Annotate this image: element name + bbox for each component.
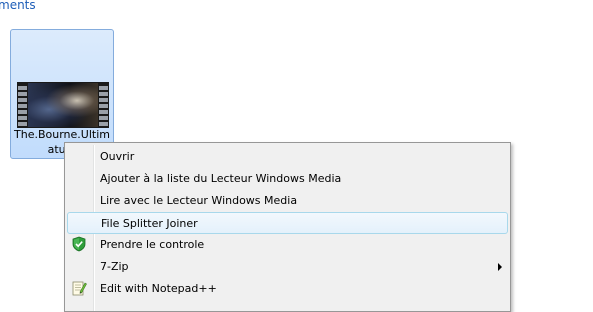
context-menu: Ouvrir Ajouter à la liste du Lecteur Win…: [64, 142, 511, 312]
menu-item-label: File Splitter Joiner: [101, 217, 198, 230]
film-sprockets-right: [99, 84, 108, 126]
menu-item-prendre-controle[interactable]: Prendre le controle: [67, 234, 508, 256]
menu-item-lire-wmp[interactable]: Lire avec le Lecteur Windows Media: [67, 190, 508, 212]
menu-item-label: Lire avec le Lecteur Windows Media: [100, 194, 298, 207]
notepad-icon: [71, 280, 87, 296]
breadcrumb-fragment[interactable]: ments: [0, 0, 36, 12]
window-control-fragment-2: `: [583, 0, 589, 9]
menu-item-label: Ouvrir: [100, 150, 135, 163]
menu-item-label: 7-Zip: [100, 260, 129, 273]
window-control-fragment: `: [549, 0, 555, 9]
video-thumbnail: [17, 82, 109, 128]
menu-item-file-splitter-joiner[interactable]: File Splitter Joiner: [67, 212, 508, 234]
film-sprockets-left: [18, 84, 27, 126]
video-frame-image: [28, 83, 98, 127]
menu-item-ajouter-liste-wmp[interactable]: Ajouter à la liste du Lecteur Windows Me…: [67, 168, 508, 190]
menu-item-ouvrir[interactable]: Ouvrir: [67, 146, 508, 168]
menu-item-label: Prendre le controle: [100, 238, 205, 251]
submenu-arrow-icon: [498, 263, 502, 271]
menu-item-label: Ajouter à la liste du Lecteur Windows Me…: [100, 172, 342, 185]
menu-item-7zip[interactable]: 7-Zip: [67, 256, 508, 278]
menu-item-edit-notepadpp[interactable]: Edit with Notepad++: [67, 278, 508, 300]
menu-item-label: Edit with Notepad++: [100, 282, 217, 295]
video-file-item[interactable]: The.Bourne.Ultim atum: [10, 29, 114, 159]
shield-check-icon: [71, 236, 87, 252]
